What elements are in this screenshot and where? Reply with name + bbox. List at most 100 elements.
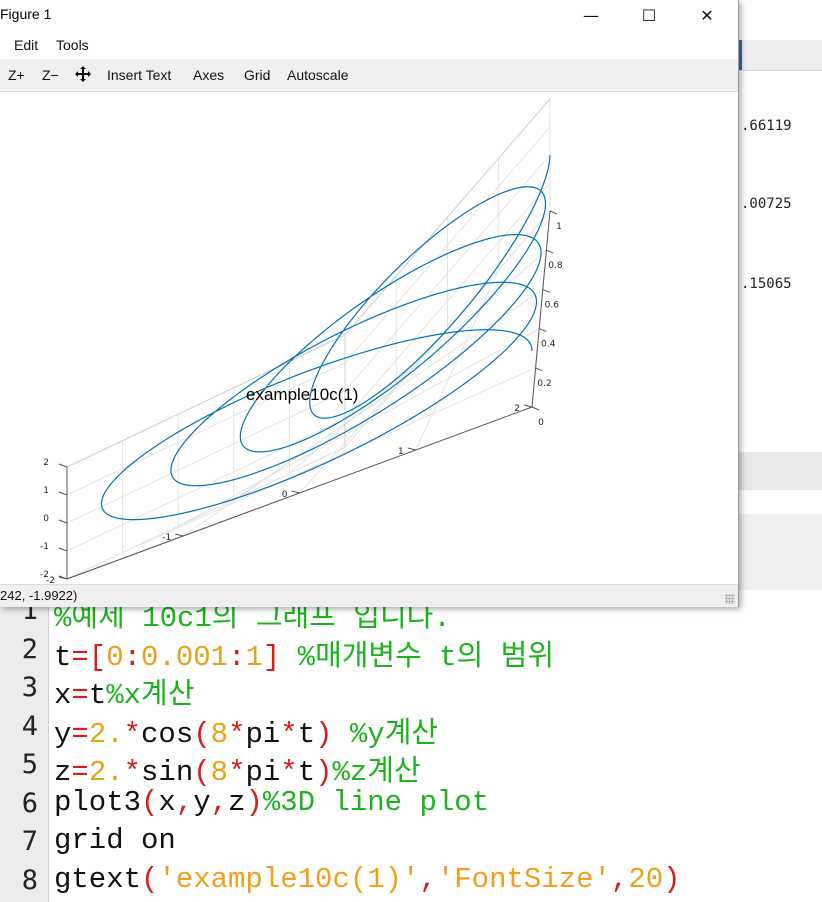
code-operator: ( [141, 785, 159, 819]
tick-label: 0.2 [537, 379, 551, 389]
tick-label: 2 [43, 458, 49, 468]
code-operator: , [210, 785, 229, 819]
tick-label: 0 [538, 418, 544, 428]
zoom-in-button[interactable]: Z+ [8, 67, 25, 83]
line-number: 6 [21, 787, 38, 819]
code-token: t [54, 640, 72, 674]
resize-grip-icon[interactable] [725, 594, 735, 604]
code-token: cos [141, 717, 194, 751]
tick-mark [407, 447, 416, 451]
line-number: 3 [21, 672, 38, 703]
grid-line [344, 154, 551, 392]
code-token: y [54, 717, 72, 751]
code-token: z [228, 785, 246, 819]
autoscale-button[interactable]: Autoscale [287, 67, 348, 83]
insert-text-button[interactable]: Insert Text [107, 67, 171, 83]
code-comment: %x계산 [106, 679, 195, 712]
code-operator: = [71, 717, 89, 751]
tick-mark [58, 519, 68, 524]
code-operator: * [280, 756, 298, 789]
helix-series-line [100, 154, 551, 521]
code-editor[interactable]: 12345678 %예제 10c1의 그래프 입니다. t=[0:0.001:1]… [0, 595, 822, 902]
code-operator: * [123, 756, 142, 789]
background-value: .15065 [741, 276, 792, 292]
code-number: 8 [210, 717, 229, 751]
pan-button[interactable] [74, 65, 92, 86]
code-token: pi [245, 717, 281, 751]
tick-label: 0 [43, 514, 49, 524]
plot-area[interactable]: 0 0.2 0.4 0.6 0.8 1 -2 -1 0 1 2 -2 -1 0 1 2 example10c(1… [0, 92, 738, 586]
status-bar: 242, -1.9922) [0, 584, 738, 607]
figure-window[interactable]: Figure 1 — ☐ ✕ Edit Tools Z+ Z− Insert T… [0, 0, 739, 607]
code-line[interactable]: gtext('example10c(1)','FontSize',20) [54, 863, 681, 896]
zoom-out-button[interactable]: Z− [42, 67, 59, 83]
menu-edit[interactable]: Edit [14, 37, 38, 53]
code-operator: ( [141, 862, 159, 896]
code-number: 0 [106, 640, 124, 674]
tick-label: 1 [556, 222, 562, 232]
helix-3d-chart[interactable]: 00.20.40.60.81-2-1012-2-1012example10c(1… [0, 92, 738, 586]
code-line[interactable]: grid on [54, 824, 176, 857]
grid-line [299, 328, 448, 494]
background-value: .00725 [741, 196, 792, 212]
code-operator: * [228, 717, 246, 751]
tick-label: 0.4 [541, 340, 556, 350]
background-panel [738, 452, 822, 490]
tick-label: 1 [43, 486, 49, 496]
code-line[interactable]: y=2.*cos(8*pi*t) %y계산 [54, 709, 438, 751]
background-panel [738, 514, 822, 590]
code-number: 2. [88, 717, 124, 751]
menu-tools[interactable]: Tools [56, 37, 89, 53]
line-number: 8 [21, 864, 38, 896]
code-token: x [158, 785, 176, 819]
minimize-icon: — [583, 5, 599, 25]
tick-mark [523, 404, 533, 408]
line-number: 4 [21, 710, 38, 742]
grid-button[interactable]: Grid [244, 67, 270, 83]
grid-line [66, 390, 346, 524]
code-operator: : [228, 640, 246, 674]
background-variable-panel: .66119 .00725 .15065 [738, 72, 822, 452]
tick-mark [58, 491, 68, 496]
code-line[interactable]: t=[0:0.001:1] %매개변수 t의 범위 [54, 632, 554, 674]
tick-mark [58, 547, 68, 552]
code-operator: ( [193, 756, 211, 789]
code-operator: = [71, 679, 89, 712]
code-line[interactable]: x=t%x계산 [54, 670, 194, 712]
code-string: 'FontSize' [436, 862, 611, 896]
tick-label: 2 [514, 404, 520, 414]
code-operator: =[ [71, 640, 107, 674]
tick-label: 1 [398, 447, 404, 457]
code-operator: , [175, 785, 194, 819]
code-number: 8 [210, 756, 229, 789]
code-operator: ) [315, 756, 333, 789]
maximize-button[interactable]: ☐ [626, 0, 672, 30]
code-line[interactable]: plot3(x,y,z)%3D line plot [54, 786, 489, 819]
tick-label: 0 [282, 490, 288, 500]
code-token: t [297, 717, 316, 751]
code-line[interactable]: z=2.*sin(8*pi*t)%z계산 [54, 747, 421, 789]
menu-bar: Edit Tools [0, 30, 738, 58]
code-token: z [54, 756, 72, 789]
gtext-annotation: example10c(1) [246, 385, 358, 404]
close-icon: ✕ [700, 5, 714, 25]
window-title: Figure 1 [0, 6, 52, 22]
tick-label: -1 [162, 533, 171, 543]
code-operator: * [280, 717, 298, 751]
close-button[interactable]: ✕ [684, 0, 730, 30]
code-number: 1 [245, 640, 263, 674]
code-number: 20 [628, 862, 664, 896]
tick-mark [539, 328, 547, 333]
code-operator: ) [663, 862, 681, 896]
minimize-button[interactable]: — [568, 0, 614, 30]
code-token: pi [245, 756, 281, 789]
axes-button[interactable]: Axes [193, 67, 224, 83]
code-number: 2. [88, 756, 124, 789]
code-comment: %3D line plot [262, 785, 490, 819]
tick-mark [549, 210, 558, 215]
line-number: 5 [21, 749, 38, 780]
code-token: plot3 [54, 785, 142, 819]
tick-mark [546, 249, 554, 254]
toolbar: Z+ Z− Insert Text Axes Grid Autoscale [0, 59, 738, 92]
title-bar[interactable]: Figure 1 — ☐ ✕ [0, 0, 738, 30]
